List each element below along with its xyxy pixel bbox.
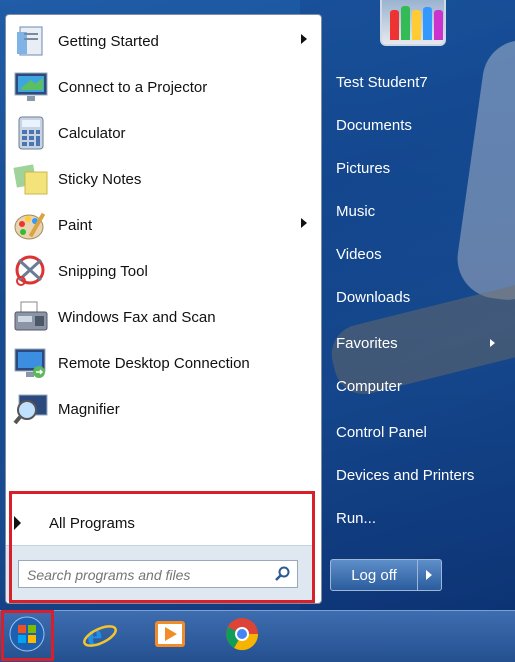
right-item-downloads[interactable]: Downloads (330, 282, 505, 312)
right-item-run[interactable]: Run... (330, 503, 505, 533)
highlight-box (9, 491, 315, 603)
right-item-label: Devices and Printers (336, 466, 475, 484)
user-picture[interactable] (380, 0, 446, 46)
right-item-label: Control Panel (336, 423, 427, 441)
right-item-label: Music (336, 202, 376, 220)
program-label: Getting Started (58, 32, 159, 50)
program-sticky-notes[interactable]: Sticky Notes (10, 157, 315, 201)
right-item-control-panel[interactable]: Control Panel (330, 417, 505, 447)
program-label: Magnifier (58, 400, 120, 418)
chrome-icon (223, 615, 261, 658)
crayon-icon (401, 6, 410, 40)
right-item-label: Downloads (336, 288, 411, 306)
right-item-label: Run... (336, 509, 377, 527)
taskbar-media-player[interactable] (150, 616, 190, 656)
right-item-label: Computer (336, 377, 402, 395)
program-magnifier[interactable]: Magnifier (10, 387, 315, 431)
right-item-computer[interactable]: Computer (330, 371, 505, 401)
submenu-arrow-icon (490, 339, 495, 347)
start-highlight-box (1, 610, 54, 661)
program-fax-scan[interactable]: Windows Fax and Scan (10, 295, 315, 339)
program-paint[interactable]: Paint (10, 203, 315, 247)
crayon-icon (412, 10, 421, 40)
log-off-label: Log off (351, 566, 397, 584)
magnifier-icon (12, 390, 50, 428)
right-item-label: Documents (336, 116, 412, 134)
program-getting-started[interactable]: Getting Started (10, 19, 315, 63)
program-label: Calculator (58, 124, 126, 142)
fax-scan-icon (12, 298, 50, 336)
right-item-label: Pictures (336, 159, 391, 177)
snipping-tool-icon (12, 252, 50, 290)
right-item-label: Videos (336, 245, 382, 263)
sticky-notes-icon (12, 160, 50, 198)
right-item-documents[interactable]: Documents (330, 110, 505, 140)
projector-icon (12, 68, 50, 106)
submenu-arrow-icon (301, 34, 307, 44)
media-player-icon (151, 615, 189, 658)
program-label: Windows Fax and Scan (58, 308, 216, 326)
log-off-button[interactable]: Log off (330, 559, 418, 591)
right-item-user[interactable]: Test Student7 (330, 67, 505, 97)
taskbar-chrome[interactable] (222, 616, 262, 656)
right-item-devices-printers[interactable]: Devices and Printers (330, 460, 505, 490)
internet-explorer-icon: e (81, 615, 119, 658)
crayon-icon (434, 10, 443, 40)
program-label: Snipping Tool (58, 262, 148, 280)
remote-desktop-icon (12, 344, 50, 382)
submenu-arrow-icon (301, 218, 307, 228)
shutdown-options-button[interactable] (418, 559, 442, 591)
program-connect-projector[interactable]: Connect to a Projector (10, 65, 315, 109)
getting-started-icon (12, 22, 50, 60)
taskbar-ie[interactable]: e (80, 616, 120, 656)
right-item-videos[interactable]: Videos (330, 239, 505, 269)
program-label: Sticky Notes (58, 170, 142, 188)
program-label: Paint (58, 216, 93, 234)
program-label: Remote Desktop Connection (58, 354, 250, 372)
crayon-icon (423, 7, 432, 40)
right-item-favorites[interactable]: Favorites (330, 328, 505, 358)
right-item-music[interactable]: Music (330, 196, 505, 226)
right-item-pictures[interactable]: Pictures (330, 153, 505, 183)
program-label: Connect to a Projector (58, 78, 208, 96)
calculator-icon (12, 114, 50, 152)
taskbar: e (0, 610, 515, 662)
program-remote-desktop[interactable]: Remote Desktop Connection (10, 341, 315, 385)
program-snipping-tool[interactable]: Snipping Tool (10, 249, 315, 293)
crayon-icon (390, 10, 399, 40)
right-item-label: Test Student7 (336, 73, 428, 91)
right-item-label: Favorites (336, 334, 398, 352)
start-menu: Getting Started Connect to a Projector C… (0, 0, 515, 610)
paint-icon (12, 206, 50, 244)
program-calculator[interactable]: Calculator (10, 111, 315, 155)
